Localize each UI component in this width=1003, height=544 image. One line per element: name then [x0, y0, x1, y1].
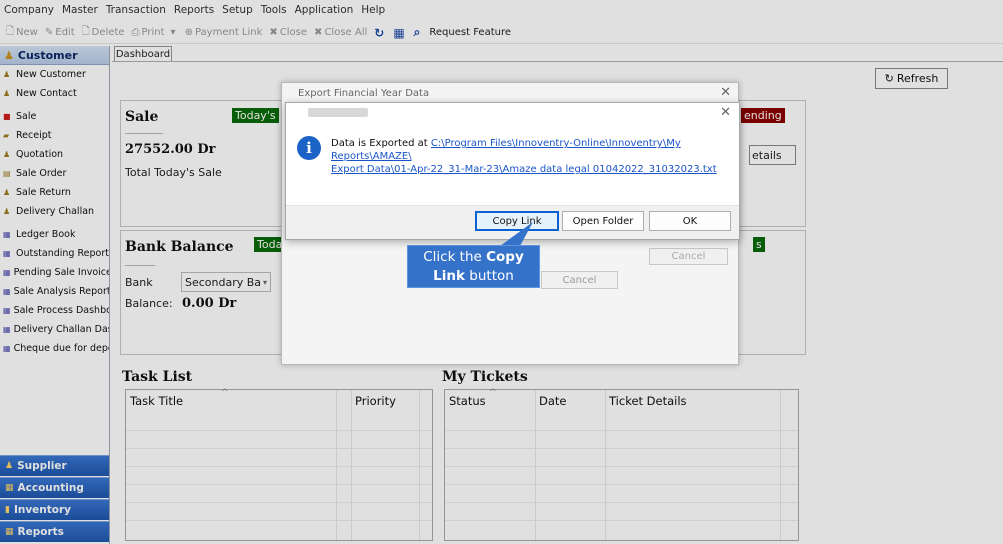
export-path-link-line2[interactable]: Export Data\01-Apr-22_31-Mar-23\Amaze da… — [331, 164, 717, 175]
export-message: Data is Exported at C:\Program Files\Inn… — [331, 137, 721, 176]
info-icon: i — [297, 136, 321, 160]
close-icon[interactable]: ✕ — [720, 105, 731, 120]
message-prefix: Data is Exported at — [331, 138, 431, 149]
ok-button[interactable]: OK — [649, 211, 731, 231]
export-dialog-title: Export Financial Year Data — [298, 88, 430, 99]
dialog-title-redacted — [308, 108, 368, 117]
close-icon[interactable]: ✕ — [720, 85, 731, 100]
export-cancel-button[interactable]: Cancel — [649, 248, 728, 265]
export-cancel-button-2[interactable]: Cancel — [541, 271, 618, 289]
export-success-dialog: ✕ i Data is Exported at C:\Program Files… — [285, 102, 740, 240]
instruction-callout: Click the Copy Link button — [407, 245, 540, 288]
open-folder-button[interactable]: Open Folder — [562, 211, 644, 231]
